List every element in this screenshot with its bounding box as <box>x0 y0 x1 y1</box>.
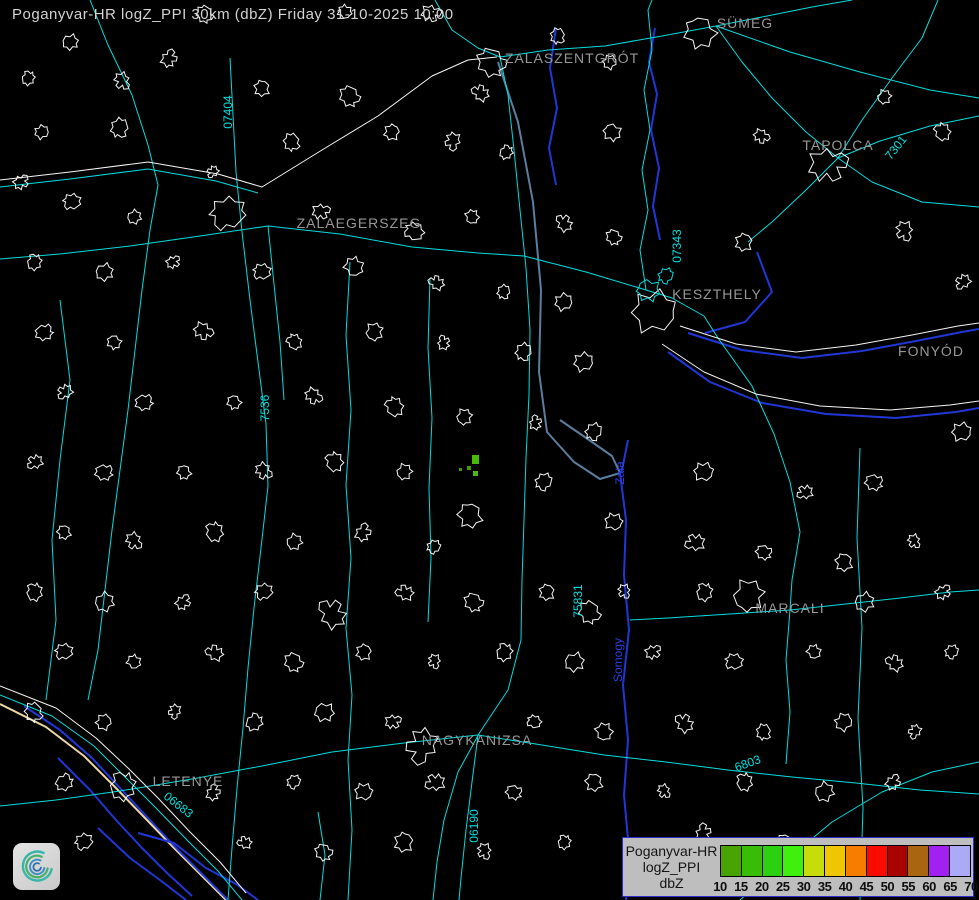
road-number-label: 06190 <box>467 809 481 843</box>
city-label: TAPOLCA <box>802 137 873 153</box>
legend-color-swatches <box>720 845 971 877</box>
city-label: FONYÓD <box>898 343 964 359</box>
road-number-label: 75831 <box>571 584 585 618</box>
legend-tick-65: 65 <box>943 879 956 894</box>
legend-station-label: Poganyvar-HR <box>626 843 718 859</box>
city-label: ZALAEGERSZEG <box>297 215 422 231</box>
legend-tick-35: 35 <box>818 879 831 894</box>
city-label: LETENYE <box>153 773 224 789</box>
spiral-logo-icon <box>17 847 57 887</box>
legend-tick-30: 30 <box>797 879 810 894</box>
legend-swatch-20-25 <box>762 845 783 877</box>
radar-echo <box>467 466 471 470</box>
geo-label: Zala <box>613 461 627 485</box>
radar-echo <box>459 468 462 471</box>
legend-swatch-30-35 <box>803 845 824 877</box>
city-label: MARCALI <box>755 600 824 616</box>
legend-scale-block: 10152025303540455055606570 <box>720 838 973 896</box>
legend-tick-55: 55 <box>902 879 915 894</box>
legend-swatch-15-20 <box>741 845 762 877</box>
legend-swatch-10-15 <box>720 845 741 877</box>
legend-unit-label: dbZ <box>659 875 683 891</box>
legend-tick-70: 70 <box>964 879 977 894</box>
geo-label: Somogy <box>611 638 625 682</box>
legend-swatch-65-70 <box>949 845 971 877</box>
legend-swatch-50-55 <box>887 845 908 877</box>
legend-swatch-35-40 <box>824 845 845 877</box>
legend-product-label: logZ_PPI <box>643 859 701 875</box>
road-number-label: 07343 <box>670 229 684 263</box>
met-service-logo <box>13 843 60 890</box>
legend-swatch-25-30 <box>782 845 803 877</box>
legend-tick-labels: 10152025303540455055606570 <box>720 879 971 896</box>
radar-title: Poganyvar-HR logZ_PPI 30km (dbZ) Friday … <box>12 6 454 23</box>
city-label: SÜMEG <box>717 14 773 31</box>
legend-tick-10: 10 <box>713 879 726 894</box>
radar-echo <box>472 455 479 464</box>
legend-text-block: Poganyvar-HR logZ_PPI dbZ <box>623 838 720 896</box>
legend-tick-60: 60 <box>922 879 935 894</box>
legend-tick-20: 20 <box>755 879 768 894</box>
radar-map-canvas: ZALASZENTGRÓT SÜMEG TAPOLCA ZALAEGERSZEG KES… <box>0 0 979 900</box>
legend-tick-45: 45 <box>860 879 873 894</box>
city-label: NAGYKANIZSA <box>422 732 533 748</box>
radar-echo <box>473 471 478 476</box>
legend-swatch-40-45 <box>845 845 866 877</box>
road-number-label: 07404 <box>221 95 235 129</box>
legend-tick-40: 40 <box>839 879 852 894</box>
legend-panel: Poganyvar-HR logZ_PPI dbZ 10 15 20 25 30 35 40… <box>622 837 974 897</box>
radar-screen: { "title": "Poganyvar-HR logZ_PPI 30km (… <box>0 0 979 900</box>
legend-swatch-60-65 <box>928 845 949 877</box>
city-label: KESZTHELY <box>672 286 762 302</box>
legend-tick-50: 50 <box>881 879 894 894</box>
road-number-label: 7536 <box>258 394 272 421</box>
city-label: ZALASZENTGRÓT <box>505 50 639 66</box>
map-background <box>0 0 979 900</box>
legend-tick-15: 15 <box>734 879 747 894</box>
legend-tick-25: 25 <box>776 879 789 894</box>
legend-swatch-45-50 <box>866 845 887 877</box>
legend-swatch-55-60 <box>907 845 928 877</box>
